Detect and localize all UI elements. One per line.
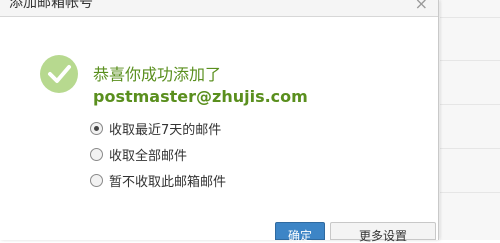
radio-skip-fetch[interactable] bbox=[90, 173, 103, 187]
added-email-address: postmaster@zhujis.com bbox=[93, 87, 308, 106]
background-divider bbox=[440, 17, 500, 18]
dialog-header: 添加邮箱帐号 × bbox=[0, 0, 438, 17]
option-label: 收取全部邮件 bbox=[109, 148, 188, 164]
checkmark-icon bbox=[40, 55, 78, 93]
close-icon[interactable]: × bbox=[415, 0, 428, 12]
success-message: 恭喜你成功添加了 postmaster@zhujis.com bbox=[93, 64, 433, 108]
option-all-mail[interactable]: 收取全部邮件 bbox=[90, 141, 226, 167]
background-divider bbox=[440, 104, 500, 105]
add-email-account-dialog: 添加邮箱帐号 × 恭喜你成功添加了 postmaster@zhujis.com … bbox=[0, 0, 439, 243]
more-settings-button-label: 更多设置 bbox=[358, 229, 407, 243]
radio-all-mail[interactable] bbox=[90, 147, 103, 161]
radio-recent-7-days[interactable] bbox=[90, 121, 103, 135]
option-recent-7-days[interactable]: 收取最近7天的邮件 bbox=[90, 115, 226, 141]
option-label: 收取最近7天的邮件 bbox=[109, 122, 222, 138]
more-settings-button[interactable]: 更多设置 bbox=[330, 222, 436, 243]
success-message-prefix: 恭喜你成功添加了 bbox=[93, 65, 222, 84]
background-divider bbox=[440, 60, 500, 61]
background-divider bbox=[440, 148, 500, 149]
option-skip-fetch[interactable]: 暂不收取此邮箱邮件 bbox=[90, 167, 226, 193]
option-label: 暂不收取此邮箱邮件 bbox=[109, 174, 227, 190]
background-divider bbox=[440, 192, 500, 193]
ok-button[interactable]: 确定 bbox=[275, 222, 325, 243]
dialog-title: 添加邮箱帐号 bbox=[9, 0, 93, 11]
background-page bbox=[440, 0, 500, 240]
fetch-options: 收取最近7天的邮件 收取全部邮件 暂不收取此邮箱邮件 bbox=[90, 115, 226, 193]
ok-button-label: 确定 bbox=[287, 229, 312, 243]
